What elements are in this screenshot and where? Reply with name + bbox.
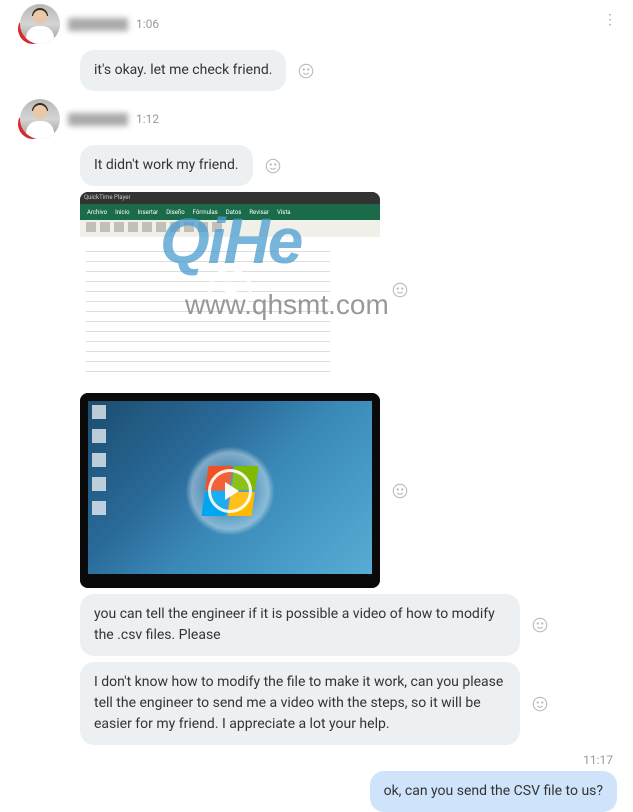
message-bubble-sent[interactable]: ok, can you send the CSV file to us? <box>370 771 617 812</box>
react-button[interactable] <box>530 694 550 714</box>
react-button[interactable] <box>390 280 410 300</box>
react-button[interactable] <box>390 481 410 501</box>
message-timestamp: 1:06 <box>136 17 159 31</box>
play-icon[interactable] <box>208 469 252 513</box>
react-button[interactable] <box>296 61 316 81</box>
sender-name <box>68 18 128 31</box>
react-button[interactable] <box>263 156 283 176</box>
message-group: 1:12 It didn't work my friend. QuickTime… <box>8 99 625 745</box>
sender-name <box>68 113 128 126</box>
video-attachment[interactable]: QuickTime Player ArchivoInicioInsertarDi… <box>80 192 380 387</box>
message-bubble[interactable]: It didn't work my friend. <box>80 145 253 186</box>
play-icon[interactable] <box>208 268 252 312</box>
avatar[interactable] <box>20 4 60 44</box>
message-bubble[interactable]: it's okay. let me check friend. <box>80 50 286 91</box>
message-group: 1:06 it's okay. let me check friend. <box>8 4 625 91</box>
sent-timestamp: 11:17 <box>8 753 613 767</box>
message-bubble[interactable]: you can tell the engineer if it is possi… <box>80 594 520 656</box>
message-timestamp: 1:12 <box>136 112 159 126</box>
react-button[interactable] <box>530 615 550 635</box>
avatar[interactable] <box>20 99 60 139</box>
video-attachment[interactable] <box>80 393 380 588</box>
message-bubble[interactable]: I don't know how to modify the file to m… <box>80 662 520 745</box>
